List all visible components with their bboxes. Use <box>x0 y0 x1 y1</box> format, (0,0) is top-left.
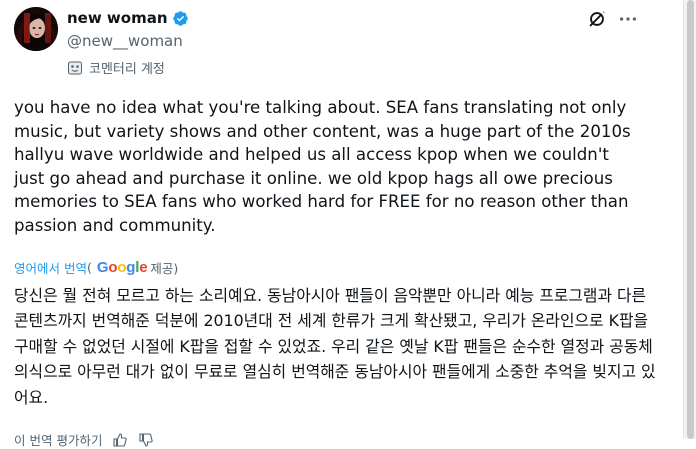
thumbs-down-icon[interactable] <box>138 432 154 448</box>
mask-icon <box>68 61 82 74</box>
translation-rating-bar: 이 번역 평가하기 <box>14 430 154 449</box>
translation-attribution: 영어에서 번역 ( Google 제공) <box>14 258 178 277</box>
post-text: you have no idea what you're talking abo… <box>14 98 631 235</box>
author-display-name[interactable]: new woman <box>67 9 168 27</box>
account-type-text: 코멘터리 계정 <box>89 62 165 77</box>
account-type-label: 코멘터리 계정 <box>67 58 165 77</box>
translated-from-link[interactable]: 영어에서 번역 <box>14 258 87 277</box>
open-paren: ( <box>86 260 92 275</box>
author-name[interactable]: new woman <box>67 9 189 27</box>
translated-text: 당신은 뭘 전혀 모르고 하는 소리예요. 동남아시아 팬들이 음악뿐만 아니라… <box>14 286 656 407</box>
verified-badge-icon <box>172 10 188 26</box>
post: new woman @new__woman 코멘터리 계정 you have n… <box>0 0 683 448</box>
rate-translation-label: 이 번역 평가하기 <box>14 433 103 448</box>
thumbs-up-icon[interactable] <box>112 432 128 448</box>
provided-label: 제공) <box>150 261 179 276</box>
author-avatar[interactable] <box>14 7 58 51</box>
scrollbar[interactable] <box>683 0 696 439</box>
author-handle[interactable]: @new__woman <box>67 32 183 50</box>
more-icon[interactable] <box>617 8 639 30</box>
google-logo: Google <box>96 259 148 276</box>
scrollbar-thumb[interactable] <box>687 0 694 439</box>
grok-icon[interactable] <box>586 8 608 30</box>
